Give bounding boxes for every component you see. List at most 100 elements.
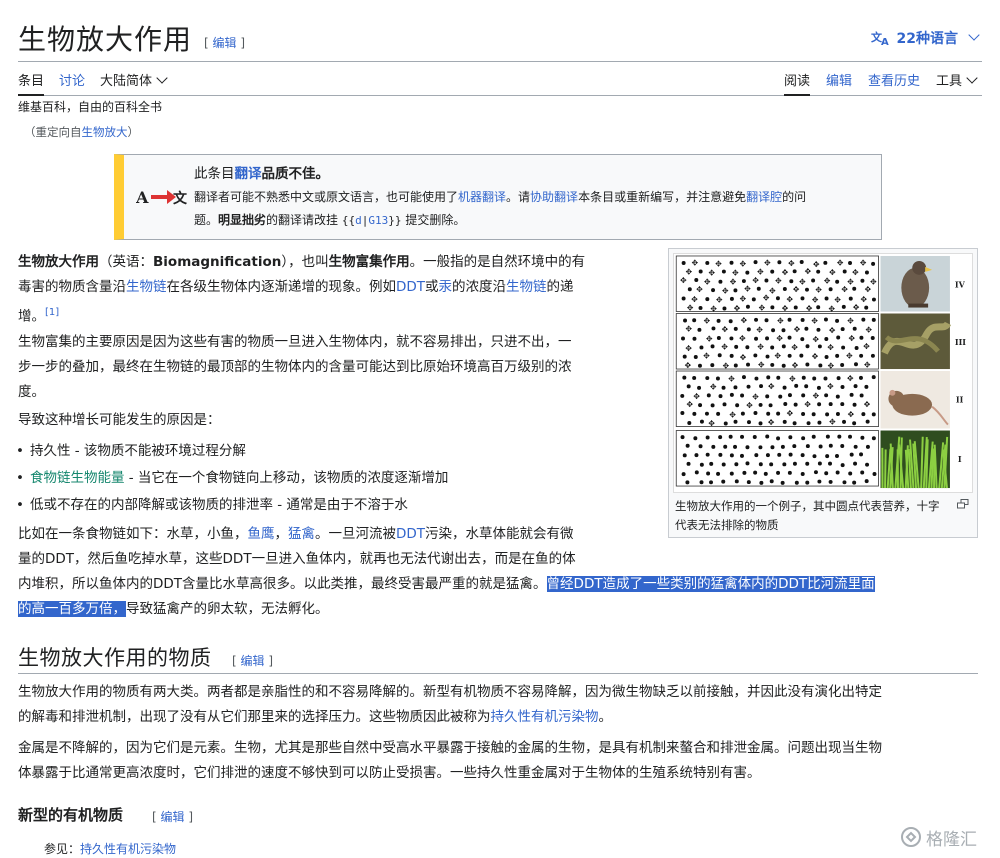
- pollutant-cross: ✥: [847, 277, 854, 286]
- nutrient-dot: [853, 384, 858, 389]
- pollutant-cross: ✥: [812, 335, 819, 344]
- nutrient-dot: [860, 278, 865, 283]
- pollutant-cross: ✥: [811, 316, 818, 325]
- nutrient-dot: [848, 471, 853, 476]
- translationese-link[interactable]: 翻译腔: [746, 190, 782, 204]
- intro-k: 或: [425, 279, 439, 295]
- sub-line-2-end: 。: [598, 709, 613, 725]
- food-chain-link[interactable]: 生物链: [126, 279, 167, 295]
- code-open: {{: [341, 214, 356, 227]
- nutrient-dot: [787, 470, 792, 475]
- edit-link[interactable]: 编辑: [241, 654, 265, 668]
- nutrient-dot: [859, 335, 864, 340]
- raptor-link[interactable]: 猛禽: [288, 526, 315, 542]
- nutrient-dot: [775, 296, 780, 301]
- pollutant-cross: ✥: [782, 304, 789, 313]
- nutrient-dot: [864, 479, 869, 484]
- pollutant-cross: ✥: [693, 392, 700, 401]
- pollutant-cross: ✥: [829, 326, 836, 335]
- pollutant-cross: ✥: [752, 392, 759, 401]
- notice-bold: 明显拙劣: [218, 213, 267, 227]
- pollutant-cross: ✥: [696, 285, 703, 294]
- machine-translation-link[interactable]: 机器翻译: [458, 190, 506, 204]
- nutrient-dot: [840, 402, 845, 407]
- pollutant-cross: ✥: [847, 317, 854, 326]
- redirect-prefix: （重定向自: [24, 125, 82, 139]
- pollutant-cross: ✥: [721, 343, 728, 352]
- nutrient-dot: [835, 411, 840, 416]
- osprey-link[interactable]: 鱼鹰: [248, 526, 275, 542]
- chevron-down-icon: [156, 72, 168, 84]
- reference-link[interactable]: [1]: [45, 307, 59, 318]
- redirect-link[interactable]: 生物放大: [82, 125, 128, 139]
- edit-link[interactable]: 编辑: [213, 36, 237, 50]
- tab-article[interactable]: 条目: [18, 70, 45, 96]
- code-close: }}: [388, 214, 402, 227]
- code-d-link[interactable]: d: [355, 214, 362, 227]
- nutrient-dot: [835, 318, 840, 323]
- tools-dropdown[interactable]: 工具: [936, 70, 978, 96]
- nutrient-dot: [853, 444, 858, 449]
- selected-text[interactable]: 的高一百多万倍，: [18, 601, 126, 617]
- nutrient-dot: [787, 393, 792, 398]
- food-chain-link-2[interactable]: 生物链: [506, 279, 547, 295]
- grass-blade: [884, 449, 887, 489]
- language-button[interactable]: 文 A 22种语言: [871, 28, 980, 48]
- nutrient-dot: [699, 419, 704, 424]
- ddt-link-2[interactable]: DDT: [396, 526, 425, 542]
- nutrient-dot: [793, 402, 798, 407]
- watermark: 格隆汇: [900, 822, 992, 852]
- translation-link[interactable]: 翻译: [235, 166, 262, 182]
- nutrient-dot: [864, 305, 869, 310]
- nutrient-dot: [711, 444, 716, 449]
- pollutant-cross: ✥: [815, 285, 822, 294]
- variant-dropdown[interactable]: 大陆简体: [100, 70, 168, 96]
- cause-line-1: 生物富集的主要原因是因为这些有害的物质一旦进入生物体内，就不容易排出，只进不出，…: [18, 334, 572, 350]
- enlarge-icon[interactable]: [957, 499, 969, 509]
- food-chain-energy-link[interactable]: 食物链生物能量: [30, 470, 125, 486]
- edit-link[interactable]: 编辑: [161, 810, 185, 824]
- pollutant-cross: ✥: [865, 326, 872, 335]
- nutrient-dot: [729, 260, 734, 265]
- mercury-link[interactable]: 汞: [439, 279, 453, 295]
- grass-image: [880, 430, 950, 489]
- cause-line-2: 步一步的叠加，最终在生物链的最顶部的生物体内的含量可能达到比原始环境高百万级别的…: [18, 359, 572, 375]
- pop-link[interactable]: 持久性有机污染物: [491, 709, 599, 725]
- variant-label: 大陆简体: [100, 74, 153, 89]
- nutrient-dot: [763, 471, 768, 476]
- tab-edit[interactable]: 编辑: [826, 70, 852, 96]
- see-also-link[interactable]: 持久性有机污染物: [80, 842, 176, 856]
- pollutant-cross: ✥: [864, 400, 871, 409]
- pollutant-cross: ✥: [691, 258, 698, 267]
- nutrient-dot: [722, 306, 727, 311]
- nutrient-dot: [787, 353, 792, 358]
- selected-text[interactable]: 曾经DDT造成了一些类别的猛禽体内的DDT比河流里面: [546, 576, 875, 592]
- nutrient-dot: [871, 297, 876, 302]
- pollutant-cross: ✥: [860, 258, 867, 267]
- pollutant-cross: ✥: [730, 277, 737, 286]
- help-translate-link[interactable]: 协助翻译: [530, 190, 578, 204]
- ddt-link[interactable]: DDT: [396, 279, 425, 295]
- nutrient-dot: [770, 362, 775, 367]
- pollutant-cross: ✥: [704, 317, 711, 326]
- nutrient-dot: [740, 411, 745, 416]
- biomagnification-diagram[interactable]: ✥ ✥ ✥ ✥ ✥ ✥ ✥ ✥✥ ✥ ✥ ✥ ✥ ✥ ✥ ✥✥ ✥ ✥ ✥ ✥ ✥ ✥ ✥ ✥✥ ✥ ✥ ✥ ✥ ✥ ✥ ✥✥ ✥ ✥ ✥ ✥ ✥ ✥…: [673, 253, 973, 493]
- tab-history[interactable]: 查看历史: [868, 70, 920, 96]
- nutrient-dot: [824, 337, 829, 341]
- nutrient-dot: [800, 337, 805, 342]
- nutrient-dot: [717, 353, 722, 358]
- nutrient-dot: [842, 269, 847, 274]
- nutrient-dot: [746, 420, 751, 425]
- nutrient-dot: [836, 335, 841, 340]
- nutrient-dot: [824, 296, 829, 301]
- pollutant-cross: ✥: [782, 268, 789, 277]
- english-term: Biomagnification: [153, 254, 282, 270]
- nutrient-dot: [865, 462, 870, 467]
- tab-talk[interactable]: 讨论: [59, 70, 85, 96]
- code-g13-link[interactable]: G13: [368, 214, 388, 227]
- tab-read[interactable]: 阅读: [784, 70, 811, 96]
- nutrient-dot: [871, 375, 876, 380]
- nutrient-dot: [697, 363, 702, 368]
- nutrient-dot: [723, 444, 728, 449]
- page-title: 生物放大作用: [18, 23, 193, 56]
